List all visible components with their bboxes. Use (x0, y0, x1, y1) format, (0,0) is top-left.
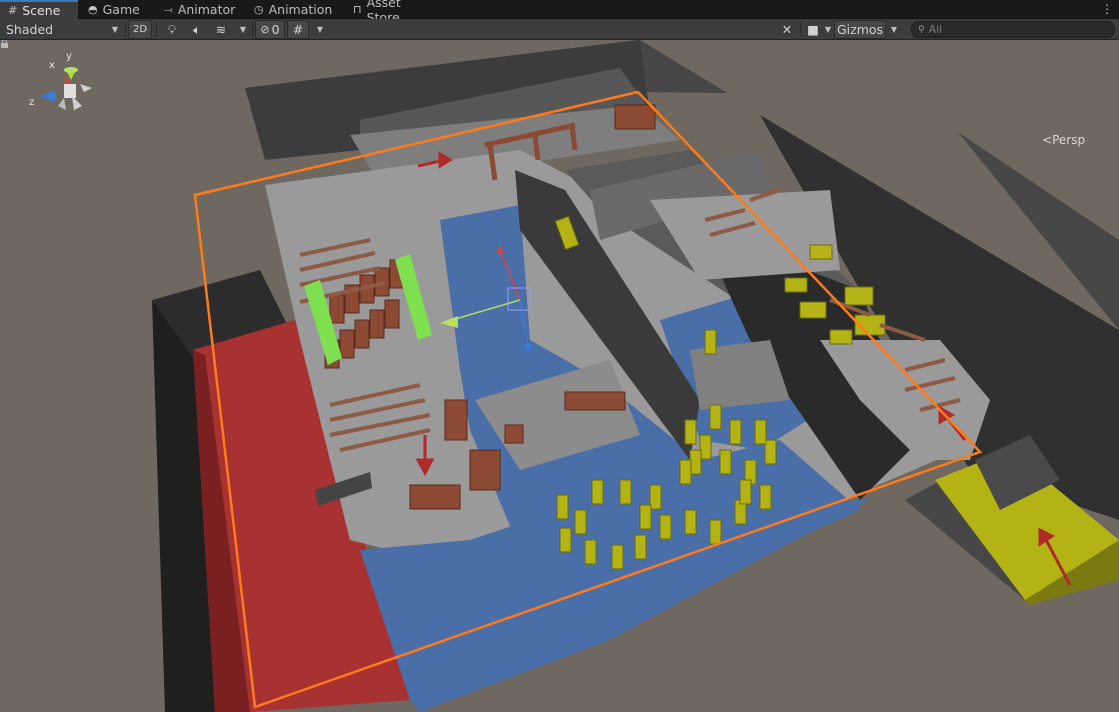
chevron-down-icon: ▼ (111, 25, 118, 34)
tab-game[interactable]: ◓ Game (80, 0, 158, 19)
gizmos-label: Gizmos (836, 22, 884, 37)
eye-slash-icon: ⊘ (260, 23, 270, 36)
search-icon: ⚲ (918, 24, 925, 35)
toolbar-divider (125, 22, 126, 37)
projection-label: Persp (1052, 133, 1086, 147)
tab-scene-label: Scene (22, 3, 61, 18)
tools-icon: ✕ (781, 22, 793, 37)
audio-toggle[interactable]: 🔈︎ (187, 20, 207, 39)
y-axis-label: y (66, 51, 72, 62)
scene-toolbar: Shaded ▼ 2D 💡︎ 🔈︎ ≋ ▼ ⊘ 0 # ▼ ✕ ■ ▼ Gizm… (0, 19, 1119, 40)
more-options-icon[interactable]: ⋮ (1101, 2, 1113, 16)
draw-mode-label: Shaded (6, 22, 54, 37)
toolbar-divider (800, 22, 801, 37)
grid-toggle[interactable]: # (287, 20, 309, 39)
projection-toggle[interactable]: <Persp (1042, 133, 1085, 147)
editor-tab-bar: # Scene ◓ Game ⤙ Animator ◷ Animation ⊓ … (0, 0, 1119, 25)
scene-search-field[interactable]: ⚲ (911, 21, 1115, 38)
chevron-down-icon: ▼ (824, 25, 832, 34)
tab-animation-label: Animation (268, 2, 333, 17)
camera-icon: ■ (807, 22, 819, 37)
gamepad-icon: ◓ (88, 3, 98, 16)
tab-game-label: Game (102, 2, 140, 17)
effects-dropdown[interactable]: ▼ (236, 20, 250, 39)
draw-mode-dropdown[interactable]: Shaded ▼ (2, 20, 122, 39)
toolbar-divider (252, 22, 253, 37)
gizmos-button[interactable]: Gizmos (834, 20, 886, 39)
layers-icon: ≋ (215, 22, 227, 37)
camera-dropdown[interactable]: ▼ (822, 20, 834, 39)
tab-scene[interactable]: # Scene (0, 0, 78, 19)
mode-2d-label: 2D (132, 24, 148, 35)
lighting-toggle[interactable]: 💡︎ (162, 20, 182, 39)
grid-dropdown[interactable]: ▼ (313, 20, 327, 39)
hidden-count: 0 (271, 22, 280, 37)
tab-asset-store[interactable]: ⊓ Asset Store (345, 0, 445, 25)
orientation-gizmo[interactable]: y x z (0, 40, 110, 150)
scene-viewport[interactable]: y x z <Persp (0, 40, 1119, 712)
speaker-icon: 🔈︎ (193, 21, 201, 37)
clock-icon: ◷ (254, 3, 264, 16)
scene-render (152, 40, 1119, 712)
lock-icon[interactable] (0, 40, 9, 48)
tools-button[interactable]: ✕ (777, 20, 797, 39)
store-icon: ⊓ (353, 3, 362, 16)
toolbar-divider (156, 22, 157, 37)
hidden-objects-toggle[interactable]: ⊘ 0 (255, 20, 285, 39)
tab-animator[interactable]: ⤙ Animator (156, 0, 246, 19)
grid-icon: # (8, 4, 18, 17)
chevron-down-icon: ▼ (239, 25, 247, 34)
effects-toggle[interactable]: ≋ (211, 20, 231, 39)
z-axis-cone (40, 90, 55, 102)
tab-animator-label: Animator (177, 2, 236, 17)
camera-button[interactable]: ■ (803, 20, 823, 39)
tab-animation[interactable]: ◷ Animation (246, 0, 346, 19)
lightbulb-icon: 💡︎ (167, 21, 177, 37)
gizmos-dropdown[interactable]: ▼ (886, 20, 902, 39)
mode-2d-toggle[interactable]: 2D (128, 20, 152, 39)
grid-icon: # (292, 22, 304, 37)
animator-icon: ⤙ (164, 2, 173, 16)
search-input[interactable] (928, 23, 1099, 36)
z-axis-label: z (29, 97, 34, 108)
chevron-down-icon: ▼ (890, 25, 898, 34)
chevron-down-icon: ▼ (316, 25, 324, 34)
chevron-left-icon: < (1042, 133, 1053, 147)
x-axis-label: x (49, 60, 55, 71)
